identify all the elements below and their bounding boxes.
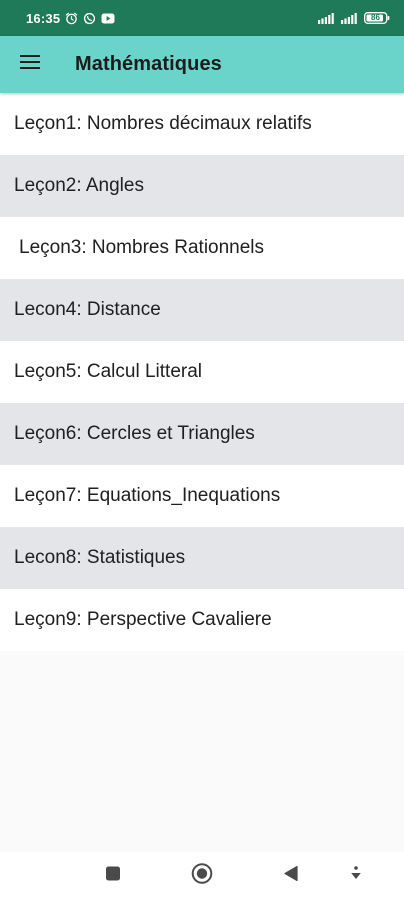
lesson-item[interactable]: Lecon8: Statistiques xyxy=(0,527,404,589)
lesson-item[interactable]: Leçon6: Cercles et Triangles xyxy=(0,403,404,465)
recents-square-icon xyxy=(105,866,121,887)
battery-icon: 86 xyxy=(364,12,390,24)
hamburger-menu-icon xyxy=(20,55,40,74)
lesson-item[interactable]: Leçon1: Nombres décimaux relatifs xyxy=(0,93,404,155)
back-button[interactable] xyxy=(283,865,299,887)
youtube-icon xyxy=(101,13,115,24)
lesson-item[interactable]: Lecon4: Distance xyxy=(0,279,404,341)
app-bar: Mathématiques xyxy=(0,36,404,93)
lesson-list: Leçon1: Nombres décimaux relatifs Leçon2… xyxy=(0,93,404,651)
status-left: 16:35 xyxy=(26,11,115,26)
menu-button[interactable] xyxy=(18,53,42,77)
battery-level: 86 xyxy=(371,13,380,22)
lesson-item[interactable]: Leçon7: Equations_Inequations xyxy=(0,465,404,527)
app-title: Mathématiques xyxy=(75,53,222,75)
notification-pull-button[interactable] xyxy=(350,866,362,887)
lesson-item[interactable]: Leçon9: Perspective Cavaliere xyxy=(0,589,404,651)
navigation-bar xyxy=(0,852,404,900)
recents-button[interactable] xyxy=(105,866,121,887)
whatsapp-icon xyxy=(83,12,96,25)
back-triangle-icon xyxy=(283,865,299,887)
home-button[interactable] xyxy=(191,863,213,890)
lesson-item[interactable]: Leçon5: Calcul Litteral xyxy=(0,341,404,403)
status-time: 16:35 xyxy=(26,10,61,26)
lesson-item[interactable]: Leçon3: Nombres Rationnels xyxy=(0,217,404,279)
status-right: 86 xyxy=(318,12,390,24)
signal-icon xyxy=(318,12,336,24)
lesson-item[interactable]: Leçon2: Angles xyxy=(0,155,404,217)
alarm-icon xyxy=(65,12,78,25)
status-bar: 16:35 86 xyxy=(0,0,404,36)
signal-icon xyxy=(341,12,359,24)
home-circle-icon xyxy=(191,863,213,890)
screen: 16:35 86 Mathématiques Leçon1: Nombres d… xyxy=(0,0,404,900)
notification-pull-icon xyxy=(350,866,362,887)
